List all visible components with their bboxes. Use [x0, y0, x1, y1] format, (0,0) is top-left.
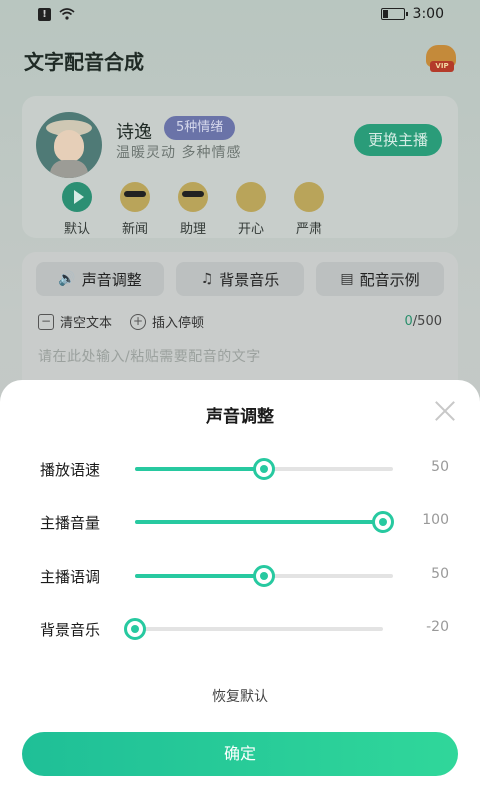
slider-label: 主播音量 [40, 514, 101, 532]
happy-emoji-icon [236, 182, 266, 212]
slider-volume: 主播音量 100 [0, 507, 480, 537]
slider-speed: 播放语速 50 [0, 454, 480, 484]
plus-circle-icon: + [130, 313, 147, 330]
emotion-label: 助理 [179, 222, 206, 237]
page-title: 文字配音合成 [24, 49, 144, 74]
sheet-title: 声音调整 [206, 407, 274, 427]
volume-slider[interactable] [135, 511, 394, 533]
slider-label: 播放语速 [40, 461, 101, 479]
tool-label: 配音示例 [359, 270, 420, 289]
music-note-icon: ♫ [200, 271, 214, 287]
emotion-label: 严肃 [295, 222, 322, 237]
pitch-slider[interactable] [135, 565, 393, 587]
voice-adjust-sheet: 声音调整 播放语速 50 主播音量 100 主播语调 50 背景音乐 -20 恢… [0, 380, 480, 800]
emotion-label: 新闻 [121, 222, 148, 237]
slider-value: 50 [431, 566, 449, 582]
voice-adjust-button[interactable]: 🔊 声音调整 [36, 262, 164, 296]
avatar[interactable] [36, 112, 102, 178]
slider-thumb[interactable] [253, 565, 275, 587]
confirm-button[interactable]: 确定 [22, 732, 458, 776]
slider-thumb[interactable] [371, 511, 394, 533]
status-time: 3:00 [412, 6, 444, 22]
document-icon: ▤ [340, 271, 354, 287]
speaker-icon: 🔊 [58, 271, 76, 287]
insert-pause-label: 插入停顿 [152, 316, 205, 331]
edit-actions: − 清空文本 + 插入停顿 [38, 312, 204, 331]
char-count: 0/500 [404, 314, 442, 329]
cool-emoji-icon [178, 182, 208, 212]
status-bar: ! 3:00 [0, 0, 480, 28]
editor-card: 🔊 声音调整 ♫ 背景音乐 ▤ 配音示例 − 清空文本 + 插入停顿 0/500 [22, 252, 458, 392]
emotion-count-tag: 5种情绪 [164, 116, 236, 140]
bgm-slider[interactable] [124, 618, 383, 640]
wifi-icon [59, 8, 75, 20]
slider-label: 背景音乐 [40, 621, 101, 639]
trash-icon: − [38, 313, 54, 330]
slider-bgm: 背景音乐 -20 [0, 614, 480, 644]
slider-value: -20 [426, 619, 449, 635]
clear-text-button[interactable]: − 清空文本 [38, 312, 112, 331]
clear-text-label: 清空文本 [60, 316, 113, 331]
insert-pause-button[interactable]: + 插入停顿 [130, 312, 204, 331]
serious-emoji-icon [294, 182, 324, 212]
emotion-item-serious[interactable]: 严肃 [280, 182, 338, 237]
vip-label: VIP [430, 61, 454, 72]
emotion-item-news[interactable]: 新闻 [106, 182, 164, 237]
close-icon[interactable] [434, 400, 456, 422]
tool-label: 背景音乐 [219, 270, 280, 289]
vip-crown-icon[interactable]: VIP [424, 45, 458, 75]
title-bar: 文字配音合成 VIP [0, 28, 480, 92]
text-input[interactable]: 请在此处输入/粘贴需要配音的文字 [38, 346, 261, 366]
emotion-label: 默认 [63, 222, 90, 237]
play-icon [62, 182, 92, 212]
change-voice-button[interactable]: 更换主播 [353, 124, 442, 156]
emotion-item-assistant[interactable]: 助理 [164, 182, 222, 237]
sunglasses-emoji-icon [120, 182, 150, 212]
emotion-list: 默认 新闻 助理 开心 严肃 [48, 182, 338, 237]
emotion-item-happy[interactable]: 开心 [222, 182, 280, 237]
background-music-button[interactable]: ♫ 背景音乐 [176, 262, 304, 296]
slider-label: 主播语调 [40, 568, 101, 586]
slider-thumb[interactable] [124, 618, 146, 640]
slider-value: 50 [431, 459, 449, 475]
slider-value: 100 [422, 512, 449, 528]
battery-icon [380, 8, 408, 20]
voice-card: 诗逸 5种情绪 温暖灵动 多种情感 更换主播 默认 新闻 助理 开心 严肃 [22, 96, 458, 238]
emotion-label: 开心 [237, 222, 264, 237]
slider-thumb[interactable] [253, 458, 275, 480]
tool-label: 声音调整 [81, 270, 142, 289]
slider-pitch: 主播语调 50 [0, 561, 480, 591]
speed-slider[interactable] [135, 458, 393, 480]
tool-bar: 🔊 声音调整 ♫ 背景音乐 ▤ 配音示例 [36, 262, 444, 296]
voice-description: 温暖灵动 多种情感 [116, 145, 242, 161]
voice-name: 诗逸 [116, 122, 152, 143]
dubbing-sample-button[interactable]: ▤ 配音示例 [316, 262, 444, 296]
emotion-item-default[interactable]: 默认 [48, 182, 106, 237]
reset-default-button[interactable]: 恢复默认 [0, 686, 480, 706]
alert-icon: ! [38, 7, 51, 21]
